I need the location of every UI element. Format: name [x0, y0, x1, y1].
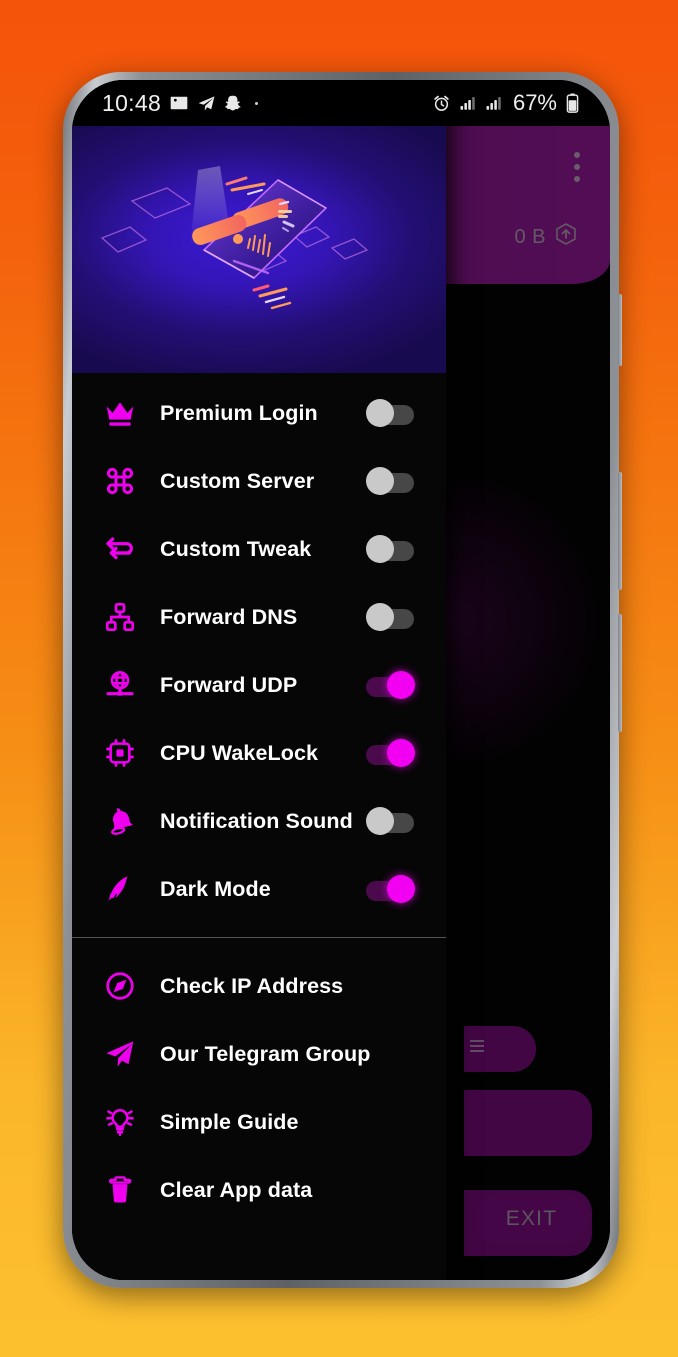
command-icon [94, 465, 146, 497]
toggle-premium-login[interactable] [366, 399, 414, 427]
phone-frame: 0 B EXIT Premium Login Custom Server Cus… [63, 72, 622, 1288]
menu-item-label: Simple Guide [160, 1109, 299, 1134]
cpu-chip-icon [94, 737, 146, 769]
compass-icon [94, 970, 146, 1002]
signal-2-icon [485, 94, 503, 112]
toggle-forward-dns[interactable] [366, 603, 414, 631]
menu-item-forward-udp[interactable]: Forward UDP [72, 651, 446, 719]
battery-percent: 67% [512, 90, 557, 115]
status-time: 10:48 [102, 89, 162, 116]
menu-item-label: Notification Sound [160, 808, 353, 833]
menu-item-check-ip-address[interactable]: Check IP Address [72, 952, 446, 1020]
bell-icon [94, 805, 146, 837]
telegram-icon [197, 94, 216, 113]
sitemap-icon [94, 601, 146, 633]
menu-item-premium-login[interactable]: Premium Login [72, 379, 446, 447]
toggle-forward-udp[interactable] [366, 671, 415, 699]
photo-icon [169, 93, 189, 113]
menu-item-label: Forward DNS [160, 604, 298, 629]
toggle-custom-tweak[interactable] [366, 535, 414, 563]
menu-item-forward-dns[interactable]: Forward DNS [72, 583, 446, 651]
menu-item-label: Custom Tweak [160, 536, 312, 561]
menu-item-dark-mode[interactable]: Dark Mode [72, 855, 446, 923]
crown-icon [94, 397, 146, 429]
menu-item-label: Dark Mode [160, 876, 271, 901]
toggle-dark-mode[interactable] [366, 875, 415, 903]
toggle-custom-server[interactable] [366, 467, 414, 495]
menu-item-custom-tweak[interactable]: Custom Tweak [72, 515, 446, 583]
snapchat-icon [224, 94, 243, 113]
volume-down-button[interactable] [618, 614, 622, 732]
toggle-notification-sound[interactable] [366, 807, 414, 835]
lightbulb-icon [94, 1106, 146, 1138]
menu-item-label: Check IP Address [160, 973, 344, 998]
menu-item-clear-app-data[interactable]: Clear App data [72, 1156, 446, 1224]
status-bar: 10:48 67% [72, 80, 610, 126]
drawer-header-illustration [72, 126, 446, 373]
swap-arrows-icon [94, 533, 146, 565]
menu-item-label: Premium Login [160, 400, 318, 425]
signal-1-icon [459, 94, 477, 112]
trash-icon [94, 1174, 146, 1206]
volume-up-button[interactable] [618, 472, 622, 590]
moon-icon [94, 873, 146, 905]
menu-divider [72, 937, 446, 938]
drawer-menu[interactable]: Premium Login Custom Server Custom Tweak… [72, 373, 446, 1280]
navigation-drawer: Premium Login Custom Server Custom Tweak… [72, 80, 446, 1280]
alarm-icon [432, 94, 451, 113]
dot-icon [255, 101, 259, 105]
menu-item-our-telegram-group[interactable]: Our Telegram Group [72, 1020, 446, 1088]
toggle-cpu-wakelock[interactable] [366, 739, 415, 767]
menu-item-label: Our Telegram Group [160, 1041, 371, 1066]
battery-icon [565, 93, 580, 113]
menu-item-label: Clear App data [160, 1177, 313, 1202]
menu-item-label: CPU WakeLock [160, 740, 319, 765]
menu-item-custom-server[interactable]: Custom Server [72, 447, 446, 515]
menu-item-simple-guide[interactable]: Simple Guide [72, 1088, 446, 1156]
menu-item-notification-sound[interactable]: Notification Sound [72, 787, 446, 855]
phone-screen: 0 B EXIT Premium Login Custom Server Cus… [72, 80, 610, 1280]
power-button[interactable] [618, 294, 622, 366]
menu-item-label: Forward UDP [160, 672, 298, 697]
paper-plane-icon [94, 1038, 146, 1070]
menu-item-label: Custom Server [160, 468, 315, 493]
menu-item-cpu-wakelock[interactable]: CPU WakeLock [72, 719, 446, 787]
globe-stand-icon [94, 669, 146, 701]
